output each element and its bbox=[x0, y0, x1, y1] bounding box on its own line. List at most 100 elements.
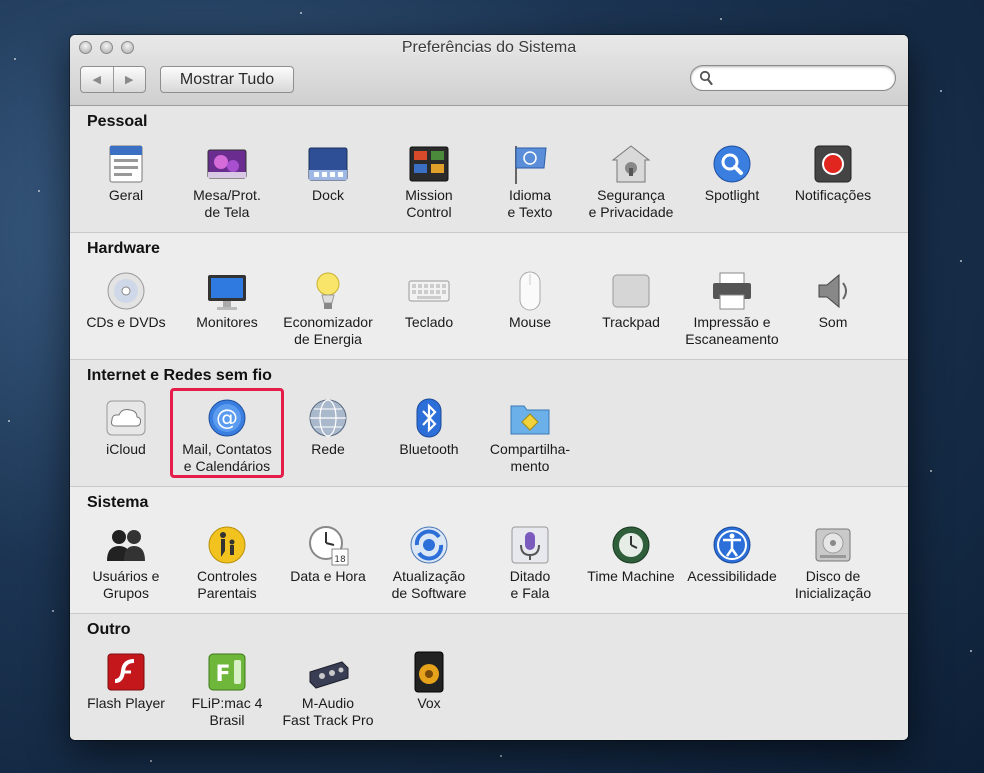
software-update-icon bbox=[410, 526, 448, 564]
pref-pane-label: Impressão e Escaneamento bbox=[685, 314, 779, 347]
pref-pane-icloud[interactable]: iCloud bbox=[76, 396, 176, 458]
time-machine-icon bbox=[612, 526, 650, 564]
pref-pane-speaker[interactable]: Som bbox=[783, 269, 883, 331]
svg-text:@: @ bbox=[216, 406, 238, 431]
pref-pane-label: CDs e DVDs bbox=[86, 314, 166, 330]
pref-pane-label: Idioma e Texto bbox=[507, 187, 553, 220]
pref-pane-clock-calendar[interactable]: 18 Data e Hora bbox=[278, 523, 378, 585]
pref-pane-security-privacy[interactable]: Segurança e Privacidade bbox=[581, 142, 681, 221]
pref-pane-label: Flash Player bbox=[87, 695, 165, 711]
pref-pane-time-machine[interactable]: Time Machine bbox=[581, 523, 681, 585]
pref-pane-spotlight[interactable]: Spotlight bbox=[682, 142, 782, 204]
pref-pane-label: Monitores bbox=[196, 314, 258, 330]
pref-pane-label: Time Machine bbox=[587, 568, 675, 584]
pref-pane-label: Bluetooth bbox=[399, 441, 459, 457]
pref-pane-label: M-Audio Fast Track Pro bbox=[282, 695, 374, 728]
m-audio-icon bbox=[309, 661, 349, 689]
speaker-icon bbox=[818, 273, 847, 309]
show-all-button[interactable]: Mostrar Tudo bbox=[160, 66, 294, 93]
pref-items: Geral Mesa/Prot. de Tela Dock Mission Contr… bbox=[76, 142, 908, 230]
window-title: Preferências do Sistema bbox=[401, 39, 577, 56]
section-title: Sistema bbox=[87, 494, 149, 511]
flip-mac-icon: F bbox=[208, 653, 246, 691]
language-text-icon bbox=[515, 146, 547, 184]
pref-pane-vox-speaker[interactable]: Vox bbox=[379, 650, 479, 712]
pref-items: CDs e DVDs Monitores Economizador de Energ… bbox=[76, 269, 908, 357]
pref-pane-label: Vox bbox=[417, 695, 441, 711]
notifications-icon bbox=[814, 145, 852, 183]
mission-control-icon bbox=[409, 146, 449, 182]
pref-pane-label: Acessibilidade bbox=[687, 568, 777, 584]
mail-at-icon: @ bbox=[208, 399, 246, 437]
pref-pane-monitor[interactable]: Monitores bbox=[177, 269, 277, 331]
search-input[interactable] bbox=[717, 69, 891, 89]
system-preferences-window: Preferências do Sistema ◀ ▶ Mostrar Tudo… bbox=[70, 35, 908, 740]
pref-pane-flash-player[interactable]: Flash Player bbox=[76, 650, 176, 712]
pref-pane-label: Usuários e Grupos bbox=[92, 568, 160, 601]
pref-pane-label: Teclado bbox=[404, 314, 454, 330]
forward-button[interactable]: ▶ bbox=[112, 67, 146, 92]
dock-icon bbox=[308, 147, 348, 181]
pref-pane-dock[interactable]: Dock bbox=[278, 142, 378, 204]
pref-pane-startup-disk[interactable]: Disco de Inicialização bbox=[783, 523, 883, 602]
section-sistema: Sistema Usuários e Grupos Controles Parent… bbox=[70, 487, 908, 614]
pref-pane-desktop-screensaver[interactable]: Mesa/Prot. de Tela bbox=[177, 142, 277, 221]
pref-pane-label: Notificações bbox=[794, 187, 872, 203]
pref-pane-label: Economizador de Energia bbox=[283, 314, 373, 347]
pref-pane-label: Spotlight bbox=[704, 187, 760, 203]
back-forward-control: ◀ ▶ bbox=[80, 66, 146, 93]
pref-pane-keyboard[interactable]: Teclado bbox=[379, 269, 479, 331]
pref-pane-sharing-folder[interactable]: Compartilha- mento bbox=[480, 396, 580, 475]
vox-speaker-icon bbox=[414, 651, 444, 693]
section-outro: Outro Flash Player F FLiP:mac 4 Brasil M-Aud… bbox=[70, 614, 908, 740]
pref-pane-mouse[interactable]: Mouse bbox=[480, 269, 580, 331]
pref-pane-language-text[interactable]: Idioma e Texto bbox=[480, 142, 580, 221]
pref-pane-printer[interactable]: Impressão e Escaneamento bbox=[682, 269, 782, 348]
section-title: Outro bbox=[87, 621, 131, 638]
sharing-folder-icon bbox=[510, 405, 550, 435]
pref-pane-cd-dvd[interactable]: CDs e DVDs bbox=[76, 269, 176, 331]
pref-pane-label: Trackpad bbox=[602, 314, 660, 330]
section-title: Hardware bbox=[87, 240, 160, 257]
section-title: Internet e Redes sem fio bbox=[87, 367, 272, 384]
keyboard-icon bbox=[408, 280, 450, 302]
back-button[interactable]: ◀ bbox=[81, 67, 113, 92]
mouse-icon bbox=[519, 271, 541, 311]
search-icon bbox=[699, 70, 713, 86]
pref-pane-users-groups[interactable]: Usuários e Grupos bbox=[76, 523, 176, 602]
pref-pane-bluetooth[interactable]: Bluetooth bbox=[379, 396, 479, 458]
accessibility-icon bbox=[713, 526, 751, 564]
pref-pane-network-globe[interactable]: Rede bbox=[278, 396, 378, 458]
pref-pane-flip-mac[interactable]: F FLiP:mac 4 Brasil bbox=[177, 650, 277, 729]
pref-pane-label: Mail, Contatos e Calendários bbox=[182, 441, 272, 474]
pref-pane-notifications[interactable]: Notificações bbox=[783, 142, 883, 204]
energy-saver-icon bbox=[316, 272, 340, 309]
pref-pane-accessibility[interactable]: Acessibilidade bbox=[682, 523, 782, 585]
trackpad-icon bbox=[612, 274, 650, 308]
bluetooth-icon bbox=[416, 398, 442, 438]
pref-pane-label: Compartilha- mento bbox=[489, 441, 571, 474]
pref-pane-m-audio[interactable]: M-Audio Fast Track Pro bbox=[278, 650, 378, 729]
pref-pane-mission-control[interactable]: Mission Control bbox=[379, 142, 479, 221]
security-privacy-icon bbox=[611, 145, 651, 183]
network-globe-icon bbox=[309, 399, 347, 437]
pref-items: iCloud @ Mail, Contatos e Calendários Rede B… bbox=[76, 396, 908, 484]
cd-dvd-icon bbox=[107, 272, 145, 310]
pref-pane-trackpad[interactable]: Trackpad bbox=[581, 269, 681, 331]
pref-pane-label: Mesa/Prot. de Tela bbox=[193, 187, 261, 220]
pref-pane-microphone[interactable]: Ditado e Fala bbox=[480, 523, 580, 602]
section-title: Pessoal bbox=[87, 113, 148, 130]
flash-player-icon bbox=[107, 653, 145, 691]
pref-pane-parental-controls[interactable]: Controles Parentais bbox=[177, 523, 277, 602]
pref-pane-general[interactable]: Geral bbox=[76, 142, 176, 204]
icloud-icon bbox=[106, 400, 146, 436]
pref-pane-mail-at[interactable]: @ Mail, Contatos e Calendários bbox=[177, 396, 277, 475]
spotlight-icon bbox=[713, 145, 751, 183]
search-field[interactable] bbox=[690, 65, 896, 91]
pref-pane-energy-saver[interactable]: Economizador de Energia bbox=[278, 269, 378, 348]
svg-text:18: 18 bbox=[334, 555, 346, 565]
title-bar: Preferências do Sistema ◀ ▶ Mostrar Tudo bbox=[70, 35, 908, 106]
pref-pane-software-update[interactable]: Atualização de Software bbox=[379, 523, 479, 602]
pref-pane-label: Rede bbox=[311, 441, 345, 457]
pref-pane-label: iCloud bbox=[106, 441, 146, 457]
